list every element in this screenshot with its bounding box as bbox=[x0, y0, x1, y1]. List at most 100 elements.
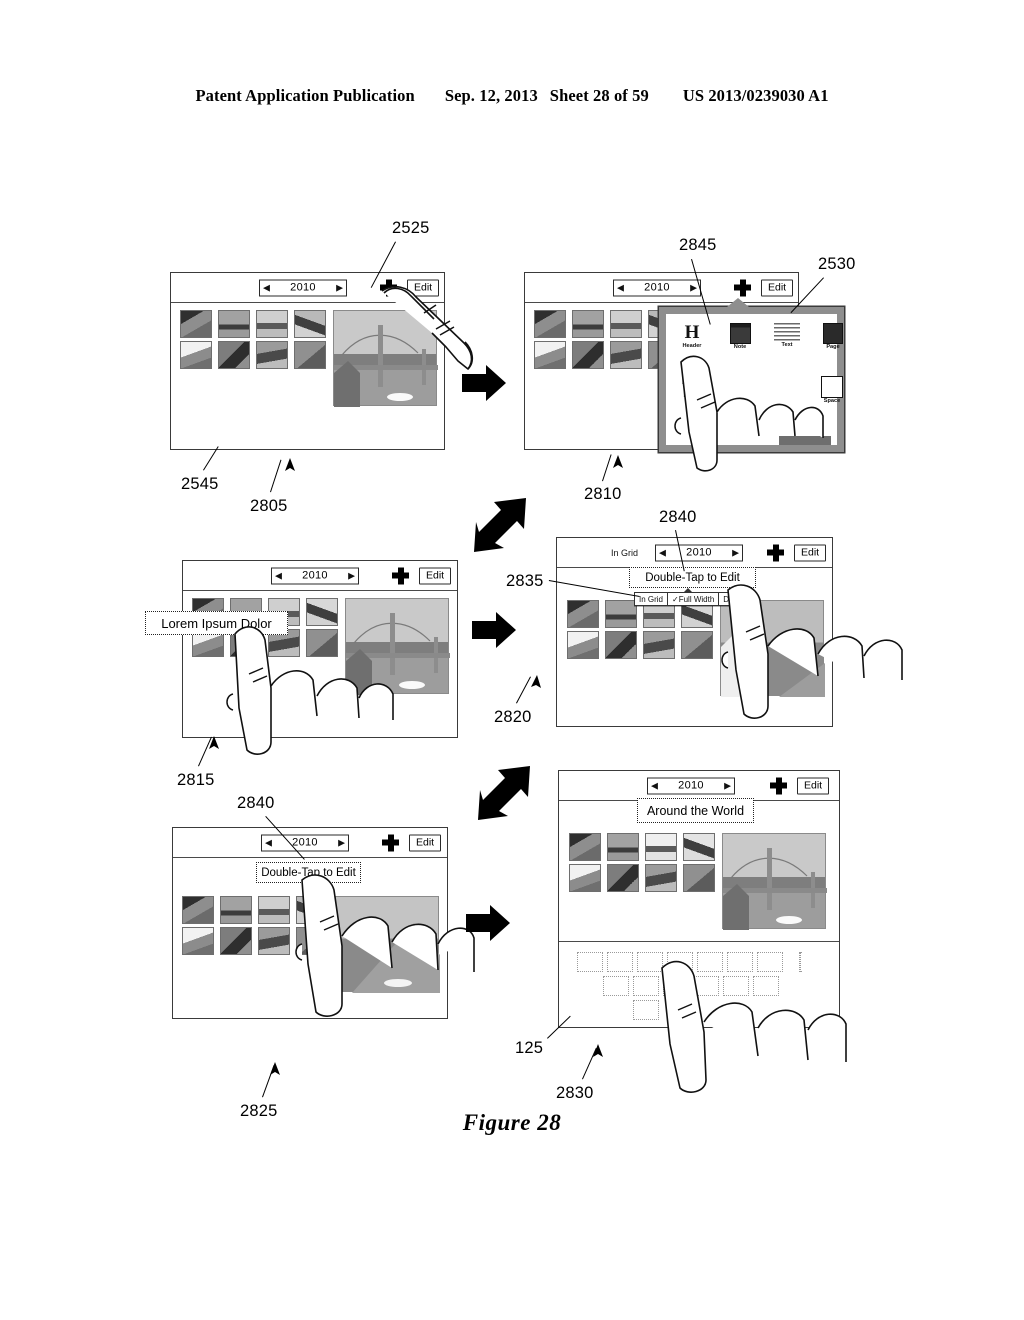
leader-line bbox=[270, 459, 282, 493]
thumbnail[interactable] bbox=[643, 631, 675, 659]
thumbnail[interactable] bbox=[220, 927, 252, 955]
title-textbox-2830[interactable]: Around the World bbox=[637, 798, 754, 823]
ref-numeral-2530: 2530 bbox=[818, 255, 856, 273]
keyboard-key[interactable] bbox=[607, 952, 633, 972]
thumbnail[interactable] bbox=[569, 833, 601, 861]
flow-arrow-right-1 bbox=[462, 365, 506, 401]
thumbnail[interactable] bbox=[569, 864, 601, 892]
thumbnail[interactable] bbox=[610, 341, 642, 369]
edit-button-2830[interactable]: Edit bbox=[797, 776, 830, 795]
next-year-icon[interactable]: ▶ bbox=[338, 838, 345, 847]
year-stepper-2810[interactable]: ◀ 2010 ▶ bbox=[613, 279, 701, 296]
prev-year-icon[interactable]: ◀ bbox=[651, 781, 658, 790]
hand-cursor-6 bbox=[648, 940, 848, 1100]
thumbnail[interactable] bbox=[572, 310, 604, 338]
ref-numeral-2815: 2815 bbox=[177, 771, 215, 789]
thumbnail[interactable] bbox=[607, 833, 639, 861]
thumbnail[interactable] bbox=[610, 310, 642, 338]
thumbnail[interactable] bbox=[645, 864, 677, 892]
page-header: Patent Application Publication Sep. 12, … bbox=[0, 86, 1024, 106]
context-menu-item-in-grid[interactable]: In Grid bbox=[635, 593, 669, 605]
thumbnail[interactable] bbox=[182, 896, 214, 924]
hand-cursor-3 bbox=[205, 612, 395, 762]
keyboard-key[interactable] bbox=[603, 976, 629, 996]
next-year-icon[interactable]: ▶ bbox=[348, 571, 355, 580]
year-value: 2010 bbox=[302, 569, 328, 582]
next-year-icon[interactable]: ▶ bbox=[690, 283, 697, 292]
ref-numeral-2845: 2845 bbox=[679, 236, 717, 254]
thumbnail[interactable] bbox=[182, 927, 214, 955]
thumbnail[interactable] bbox=[180, 310, 212, 338]
context-menu-tail bbox=[684, 588, 692, 592]
thumbnail[interactable] bbox=[645, 833, 677, 861]
thumbnail[interactable] bbox=[605, 600, 637, 628]
thumbnail[interactable] bbox=[567, 600, 599, 628]
edit-button-2810[interactable]: Edit bbox=[761, 278, 794, 297]
flow-arrow-diagonal-2 bbox=[478, 762, 538, 824]
year-stepper-2830[interactable]: ◀ 2010 ▶ bbox=[647, 777, 735, 794]
thumbnail[interactable] bbox=[605, 631, 637, 659]
add-button-2815[interactable] bbox=[392, 567, 409, 584]
year-value: 2010 bbox=[290, 281, 316, 294]
year-stepper-2545[interactable]: ◀ 2010 ▶ bbox=[259, 279, 347, 296]
thumbnail[interactable] bbox=[294, 341, 326, 369]
page-glyph-icon bbox=[823, 323, 843, 344]
thumbnail[interactable] bbox=[294, 310, 326, 338]
toolbar-2810: ◀ 2010 ▶ Edit bbox=[525, 273, 798, 303]
thumbnail[interactable] bbox=[534, 310, 566, 338]
next-year-icon[interactable]: ▶ bbox=[724, 781, 731, 790]
thumbnail[interactable] bbox=[567, 631, 599, 659]
ref-numeral-2810: 2810 bbox=[584, 485, 622, 503]
thumbnail[interactable] bbox=[218, 341, 250, 369]
thumbnail[interactable] bbox=[607, 864, 639, 892]
add-button-2820[interactable] bbox=[767, 544, 784, 561]
prev-year-icon[interactable]: ◀ bbox=[659, 548, 666, 557]
prev-year-icon[interactable]: ◀ bbox=[275, 571, 282, 580]
add-button-2830[interactable] bbox=[770, 777, 787, 794]
thumbnail[interactable] bbox=[534, 341, 566, 369]
hand-cursor-4 bbox=[706, 576, 906, 726]
year-stepper-2815[interactable]: ◀ 2010 ▶ bbox=[271, 567, 359, 584]
ref-numeral-2835: 2835 bbox=[506, 572, 544, 590]
prev-year-icon[interactable]: ◀ bbox=[263, 283, 270, 292]
thumbnail[interactable] bbox=[683, 833, 715, 861]
toolbar-2820: In Grid ◀ 2010 ▶ Edit bbox=[557, 538, 832, 568]
keyboard-key[interactable] bbox=[577, 952, 603, 972]
next-year-icon[interactable]: ▶ bbox=[336, 283, 343, 292]
year-stepper-2820[interactable]: ◀ 2010 ▶ bbox=[655, 544, 743, 561]
edit-button-2825[interactable]: Edit bbox=[409, 833, 442, 852]
leader-arrowhead bbox=[612, 455, 624, 474]
flow-arrow-right-3 bbox=[466, 905, 510, 941]
thumbnail[interactable] bbox=[180, 341, 212, 369]
toolbar-2825: ◀ 2010 ▶ Edit bbox=[173, 828, 447, 858]
thumbnail[interactable] bbox=[256, 310, 288, 338]
thumbnail[interactable] bbox=[572, 341, 604, 369]
leader-arrowhead bbox=[208, 736, 220, 755]
leader-arrowhead bbox=[530, 675, 542, 694]
add-button-2825[interactable] bbox=[382, 834, 399, 851]
flow-arrow-diagonal-1 bbox=[474, 494, 534, 556]
palette-tail bbox=[727, 298, 749, 307]
next-year-icon[interactable]: ▶ bbox=[732, 548, 739, 557]
header-date: Sep. 12, 2013 bbox=[444, 86, 538, 105]
flow-arrow-right-2 bbox=[472, 612, 516, 648]
year-value: 2010 bbox=[644, 281, 670, 294]
thumbnail[interactable] bbox=[256, 341, 288, 369]
toolbar-2815: ◀ 2010 ▶ Edit bbox=[183, 561, 457, 591]
header-sheet: Sheet 28 of 59 bbox=[549, 86, 649, 105]
header-patent-number: US 2013/0239030 A1 bbox=[682, 86, 829, 105]
edit-button-2815[interactable]: Edit bbox=[419, 566, 452, 585]
prev-year-icon[interactable]: ◀ bbox=[265, 838, 272, 847]
hero-photo-2830[interactable] bbox=[722, 833, 827, 930]
thumbnail[interactable] bbox=[220, 896, 252, 924]
leader-arrowhead bbox=[592, 1044, 604, 1063]
ref-numeral-2525: 2525 bbox=[392, 219, 430, 237]
thumbnail[interactable] bbox=[218, 310, 250, 338]
add-button-2810[interactable] bbox=[734, 279, 751, 296]
edit-button-2820[interactable]: Edit bbox=[794, 543, 827, 562]
year-value: 2010 bbox=[686, 546, 712, 559]
prev-year-icon[interactable]: ◀ bbox=[617, 283, 624, 292]
thumbnail[interactable] bbox=[683, 864, 715, 892]
ref-numeral-2840-top: 2840 bbox=[659, 508, 697, 526]
year-stepper-2825[interactable]: ◀ 2010 ▶ bbox=[261, 834, 349, 851]
